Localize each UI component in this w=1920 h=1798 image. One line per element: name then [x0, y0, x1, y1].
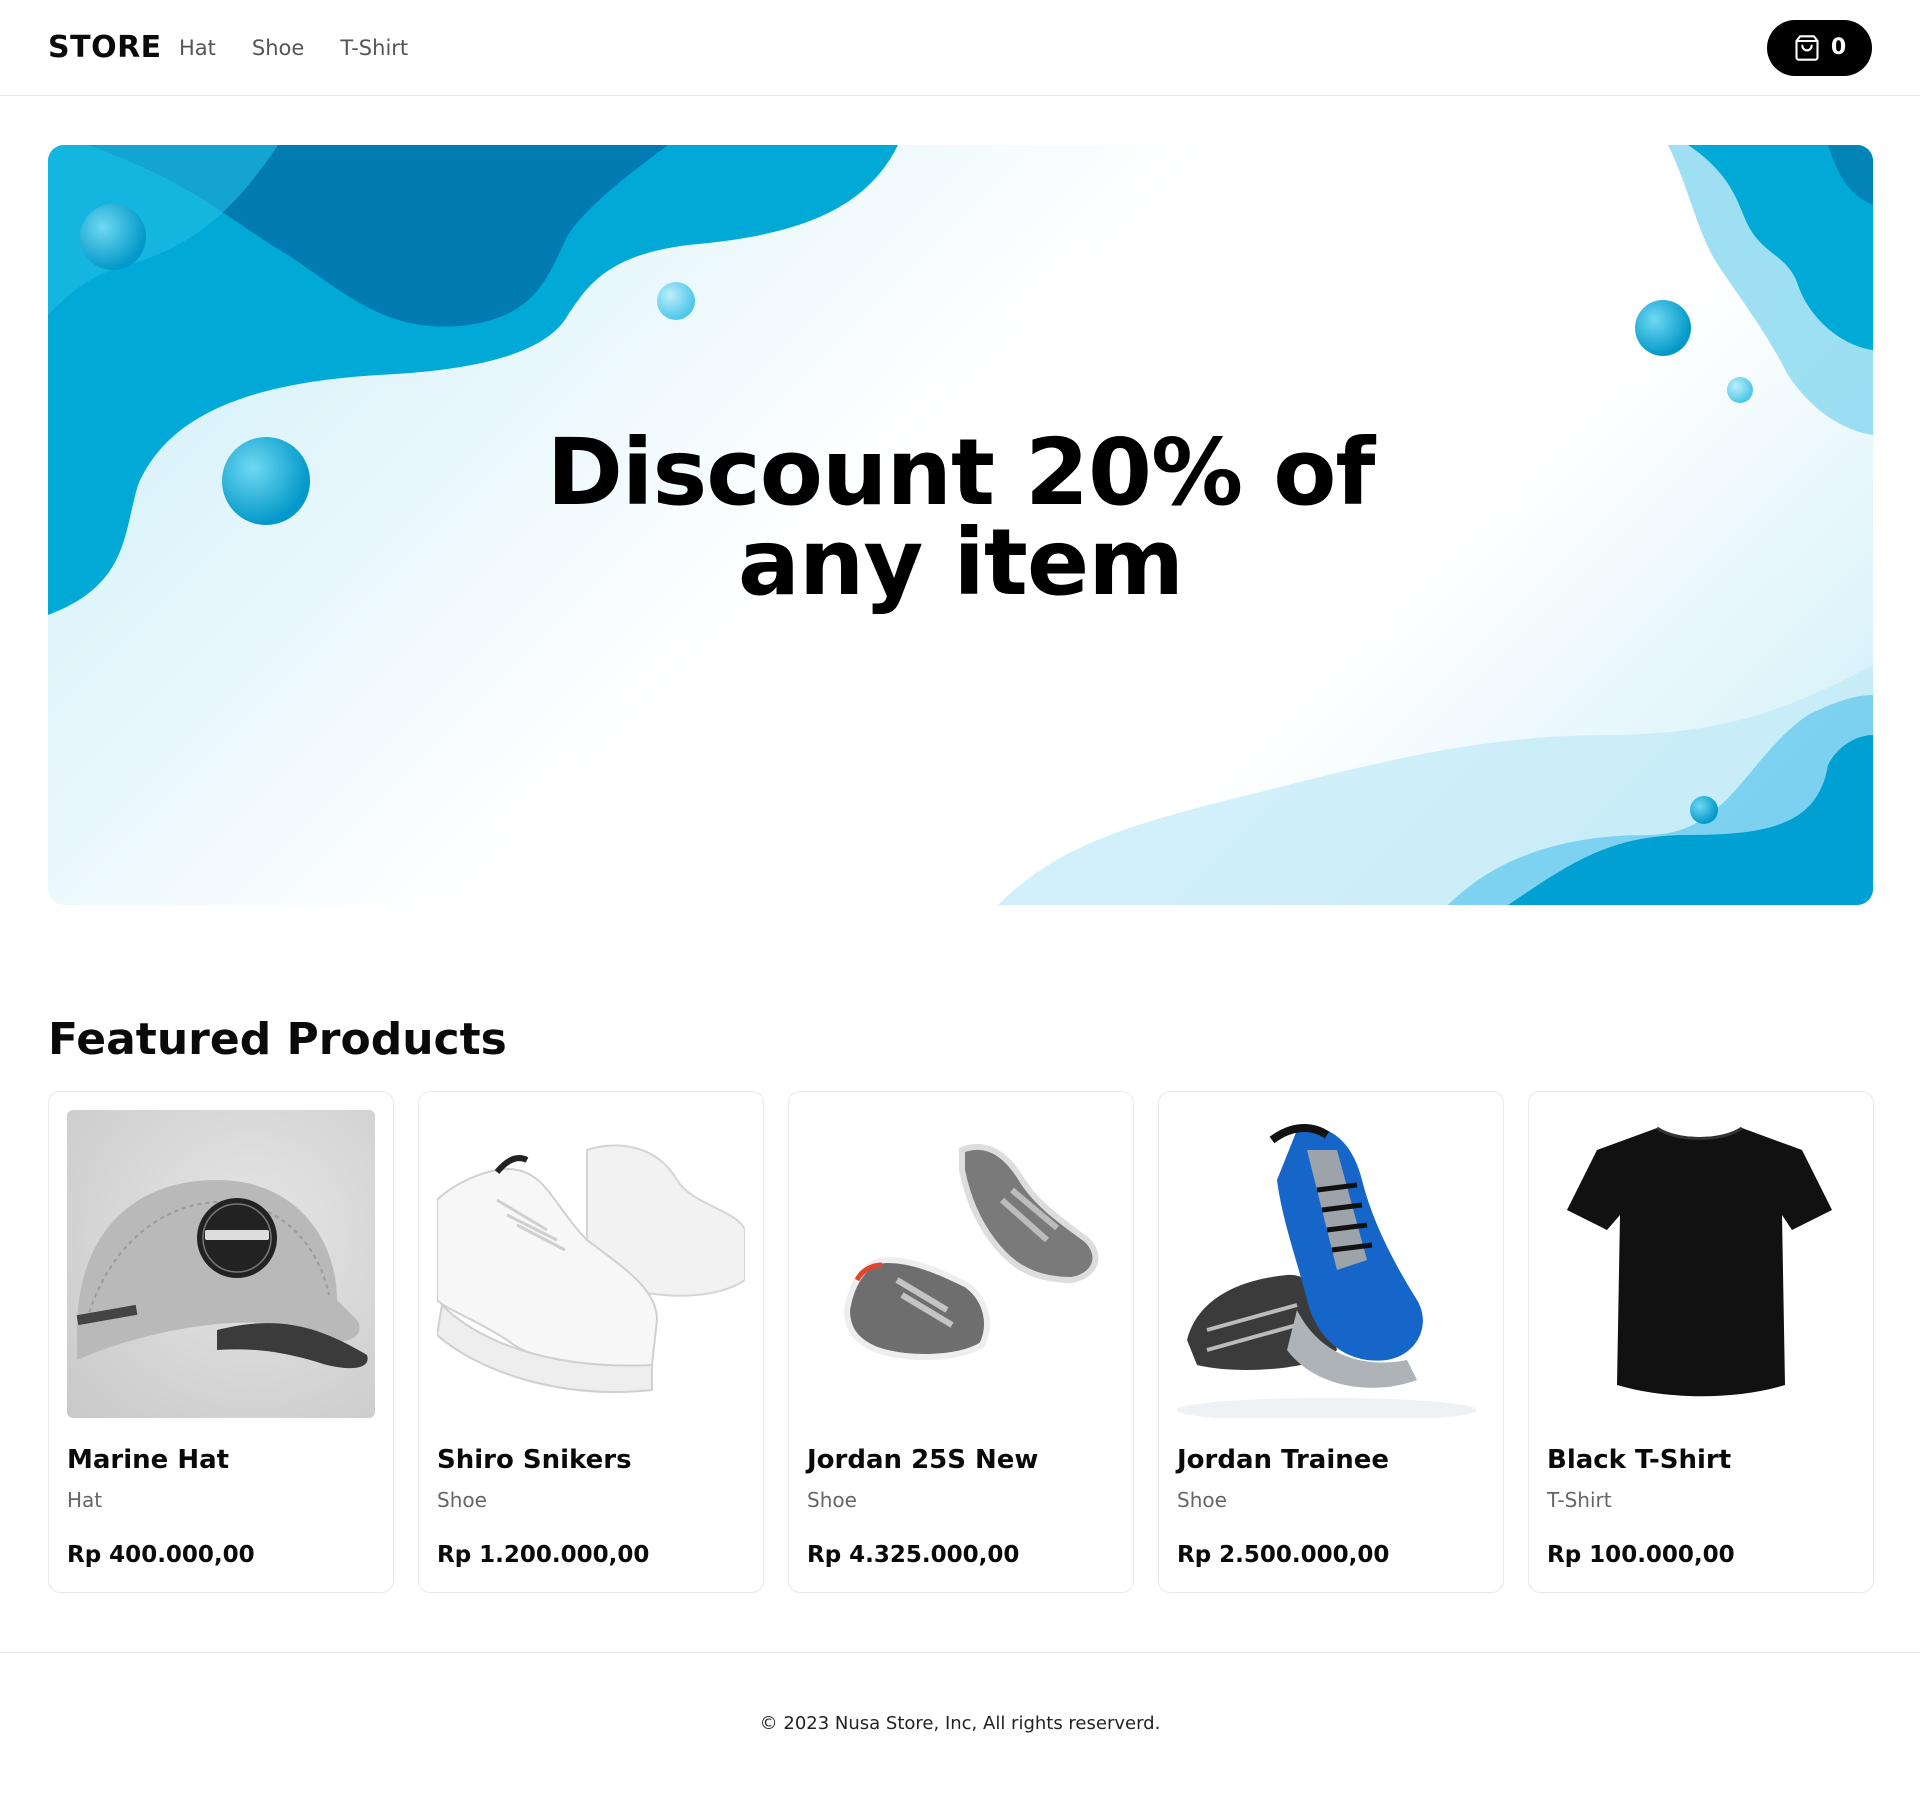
brand-logo[interactable]: STORE [48, 28, 162, 68]
main-nav: Hat Shoe T-Shirt [179, 30, 408, 66]
featured-products-title: Featured Products [48, 1014, 507, 1065]
banner-headline-line1: Discount 20% of [546, 419, 1376, 526]
shopping-bag-icon [1795, 35, 1819, 61]
product-category: T-Shirt [1547, 1488, 1612, 1512]
banner-headline-line2: any item [737, 509, 1184, 616]
blue-sneakers-image[interactable] [1177, 1110, 1485, 1418]
grey-sneakers-image[interactable] [807, 1110, 1115, 1418]
product-card[interactable]: Black T-Shirt T-Shirt Rp 100.000,00 [1528, 1091, 1874, 1593]
cart-button[interactable]: 0 [1767, 20, 1872, 76]
banner-headline: Discount 20% of any item [48, 419, 1873, 616]
product-card[interactable]: Jordan 25S New Shoe Rp 4.325.000,00 [788, 1091, 1134, 1593]
cart-count: 0 [1830, 35, 1847, 60]
copyright-text: © 2023 Nusa Store, Inc, All rights reser… [759, 1713, 1161, 1734]
product-card[interactable]: Shiro Snikers Shoe Rp 1.200.000,00 [418, 1091, 764, 1593]
nav-link-tshirt[interactable]: T-Shirt [340, 30, 408, 66]
product-card[interactable]: Jordan Trainee Shoe Rp 2.500.000,00 [1158, 1091, 1504, 1593]
product-name[interactable]: Black T-Shirt [1547, 1443, 1731, 1477]
product-name[interactable]: Marine Hat [67, 1443, 229, 1477]
product-price: Rp 4.325.000,00 [807, 1542, 1020, 1568]
product-price: Rp 400.000,00 [67, 1542, 255, 1568]
product-name[interactable]: Jordan Trainee [1177, 1443, 1389, 1477]
cap-image[interactable] [67, 1110, 375, 1418]
site-header: STORE Hat Shoe T-Shirt 0 [0, 0, 1920, 96]
product-name[interactable]: Shiro Snikers [437, 1443, 632, 1477]
site-footer: © 2023 Nusa Store, Inc, All rights reser… [0, 1652, 1920, 1798]
nav-link-hat[interactable]: Hat [179, 30, 216, 66]
product-price: Rp 2.500.000,00 [1177, 1542, 1390, 1568]
product-category: Shoe [1177, 1488, 1227, 1512]
product-grid: Marine Hat Hat Rp 400.000,00 Shiro Snike… [48, 1091, 1874, 1593]
product-category: Shoe [807, 1488, 857, 1512]
black-tshirt-image[interactable] [1547, 1110, 1855, 1418]
nav-link-shoe[interactable]: Shoe [252, 30, 304, 66]
product-card[interactable]: Marine Hat Hat Rp 400.000,00 [48, 1091, 394, 1593]
product-name[interactable]: Jordan 25S New [807, 1443, 1038, 1477]
product-category: Shoe [437, 1488, 487, 1512]
product-category: Hat [67, 1488, 103, 1512]
product-price: Rp 1.200.000,00 [437, 1542, 650, 1568]
white-sneakers-image[interactable] [437, 1110, 745, 1418]
product-price: Rp 100.000,00 [1547, 1542, 1735, 1568]
promo-banner: Discount 20% of any item [48, 145, 1873, 905]
